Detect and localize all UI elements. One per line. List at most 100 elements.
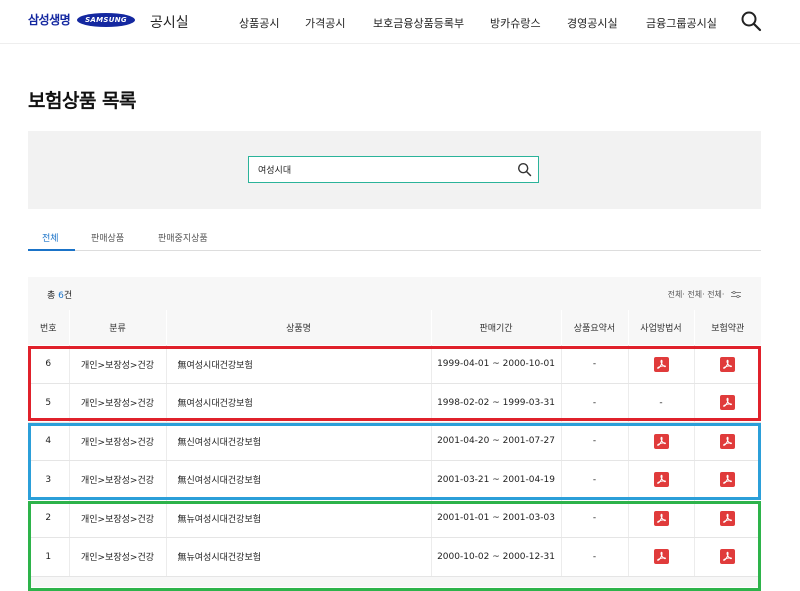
- row-product-summary: -: [561, 422, 629, 461]
- table-header-row: 번호 분류 상품명 판매기간 상품요약서 사업방법서 보험약관: [28, 310, 761, 345]
- row-product-name-text[interactable]: 無뉴여성시대건강보험: [178, 553, 262, 563]
- row-policy-terms: [694, 499, 761, 538]
- site-header: 삼성생명 SAMSUNG 공시실 상품공시 가격공시 보호금융상품등록부 방카슈…: [0, 0, 800, 44]
- row-number-text: 2: [45, 513, 52, 524]
- sort-filter-icon[interactable]: [731, 291, 741, 298]
- row-sale-period: 1998-02-02 ~ 1999-03-31: [431, 383, 562, 423]
- col-header-business-method: 사업방법서: [628, 310, 695, 345]
- search-icon[interactable]: [517, 162, 532, 177]
- row-product-name-text[interactable]: 無뉴여성시대건강보험: [178, 515, 262, 525]
- row-number: 5: [28, 383, 70, 423]
- tab-all[interactable]: 전체: [42, 231, 59, 244]
- row-sale-period: 2001-03-21 ~ 2001-04-19: [431, 460, 562, 500]
- row-business-method: [628, 422, 695, 461]
- row-category: 개인>보장성>건강: [69, 537, 167, 577]
- product-list: 총 6 건 전체· 전체· 전체· 번호 분류 상품명 판매기간 상품요약서 사업…: [28, 277, 761, 587]
- row-category-text: 개인>보장성>건강: [80, 476, 155, 487]
- page-title: 보험상품 목록: [28, 90, 137, 112]
- row-number: 2: [28, 499, 70, 538]
- row-product-name: 無신여성시대건강보험: [166, 460, 432, 500]
- row-business-method: [628, 499, 695, 538]
- row-sale-period-text: 1998-02-02 ~ 1999-03-31: [437, 397, 555, 408]
- col-header-sale-period: 판매기간: [431, 310, 562, 345]
- active-tab-indicator: [28, 249, 75, 251]
- row-product-name-text[interactable]: 無여성시대건강보험: [178, 361, 253, 371]
- nav-price-disclosure[interactable]: 가격공시: [305, 15, 345, 31]
- nav-protected-financial-registry[interactable]: 보호금융상품등록부: [373, 15, 464, 31]
- tab-discontinued[interactable]: 판매중지상품: [158, 231, 208, 244]
- row-product-name-text[interactable]: 無여성시대건강보험: [178, 399, 253, 409]
- search-input[interactable]: [249, 157, 499, 182]
- row-product-name: 無여성시대건강보험: [166, 383, 432, 423]
- pdf-icon[interactable]: [653, 472, 669, 488]
- row-number-text: 4: [45, 436, 52, 447]
- nav-bancassurance[interactable]: 방카슈랑스: [490, 15, 541, 31]
- pdf-icon[interactable]: [720, 510, 736, 526]
- row-sale-period-text: 2000-10-02 ~ 2000-12-31: [437, 551, 555, 562]
- row-category-text: 개인>보장성>건강: [80, 553, 155, 564]
- row-product-name: 無뉴여성시대건강보험: [166, 537, 432, 577]
- row-number-text: 3: [45, 474, 52, 485]
- row-sale-period-text: 2001-01-01 ~ 2001-03-03: [437, 513, 555, 524]
- row-business-method-text: -: [659, 397, 663, 408]
- table-row: 2 개인>보장성>건강 無뉴여성시대건강보험 2001-01-01 ~ 2001-03…: [28, 499, 761, 538]
- row-number: 3: [28, 460, 70, 500]
- samsung-life-logo[interactable]: 삼성생명: [28, 11, 71, 28]
- row-category-text: 개인>보장성>건강: [80, 437, 155, 448]
- row-sale-period: 2001-01-01 ~ 2001-03-03: [431, 499, 562, 538]
- filter-summary[interactable]: 전체· 전체· 전체·: [668, 289, 741, 300]
- row-number-text: 1: [45, 551, 52, 562]
- pdf-icon[interactable]: [653, 549, 669, 565]
- row-product-summary: -: [561, 383, 629, 423]
- product-table: 번호 분류 상품명 판매기간 상품요약서 사업방법서 보험약관 6 개인>보장성>…: [28, 310, 761, 577]
- pdf-icon[interactable]: [653, 510, 669, 526]
- result-count-prefix: 총: [47, 291, 59, 301]
- row-sale-period-text: 2001-03-21 ~ 2001-04-19: [437, 474, 555, 485]
- row-product-summary-text: -: [592, 513, 597, 524]
- row-category: 개인>보장성>건강: [69, 422, 167, 461]
- result-count-suffix: 건: [63, 291, 73, 301]
- row-number-text: 6: [45, 359, 52, 369]
- row-category: 개인>보장성>건강: [69, 499, 167, 538]
- row-product-name: 無여성시대건강보험: [166, 345, 432, 384]
- pdf-icon[interactable]: [653, 433, 669, 449]
- row-product-name-text[interactable]: 無신여성시대건강보험: [178, 476, 262, 486]
- site-title[interactable]: 공시실: [150, 12, 189, 32]
- tab-on-sale[interactable]: 판매상품: [91, 231, 124, 244]
- row-number: 6: [28, 345, 70, 384]
- table-row: 6 개인>보장성>건강 無여성시대건강보험 1999-04-01 ~ 2000-10-…: [28, 345, 761, 384]
- row-category-text: 개인>보장성>건강: [80, 360, 155, 371]
- row-number: 1: [28, 537, 70, 577]
- pdf-icon[interactable]: [720, 472, 736, 488]
- samsung-logo[interactable]: SAMSUNG: [77, 13, 135, 27]
- row-product-summary: -: [561, 499, 629, 538]
- row-product-name: 無뉴여성시대건강보험: [166, 499, 432, 538]
- row-sale-period-text: 1999-04-01 ~ 2000-10-01: [437, 359, 555, 369]
- row-sale-period: 1999-04-01 ~ 2000-10-01: [431, 345, 562, 384]
- nav-product-disclosure[interactable]: 상품공시: [239, 15, 279, 31]
- nav-financial-group-disclosure[interactable]: 금융그룹공시실: [646, 15, 717, 31]
- pdf-icon[interactable]: [653, 356, 669, 372]
- row-product-name: 無신여성시대건강보험: [166, 422, 432, 461]
- row-business-method: -: [628, 383, 695, 423]
- search-icon[interactable]: [740, 10, 762, 32]
- pdf-icon[interactable]: [720, 395, 736, 411]
- table-row: 4 개인>보장성>건강 無신여성시대건강보험 2001-04-20 ~ 2001-07…: [28, 422, 761, 461]
- row-category-text: 개인>보장성>건강: [80, 514, 155, 525]
- row-product-summary-text: -: [592, 359, 597, 369]
- row-number: 4: [28, 422, 70, 461]
- row-category: 개인>보장성>건강: [69, 383, 167, 423]
- pdf-icon[interactable]: [720, 433, 736, 449]
- row-product-summary-text: -: [592, 397, 597, 408]
- col-header-category: 분류: [69, 310, 167, 345]
- row-sale-period: 2001-04-20 ~ 2001-07-27: [431, 422, 562, 461]
- row-product-name-text[interactable]: 無신여성시대건강보험: [178, 438, 262, 448]
- row-product-summary: -: [561, 537, 629, 577]
- row-policy-terms: [694, 460, 761, 500]
- pdf-icon[interactable]: [720, 356, 736, 372]
- col-header-product-summary: 상품요약서: [561, 310, 629, 345]
- row-product-summary-text: -: [592, 436, 597, 447]
- pdf-icon[interactable]: [720, 549, 736, 565]
- nav-management-disclosure[interactable]: 경영공시실: [567, 15, 618, 31]
- row-category: 개인>보장성>건강: [69, 460, 167, 500]
